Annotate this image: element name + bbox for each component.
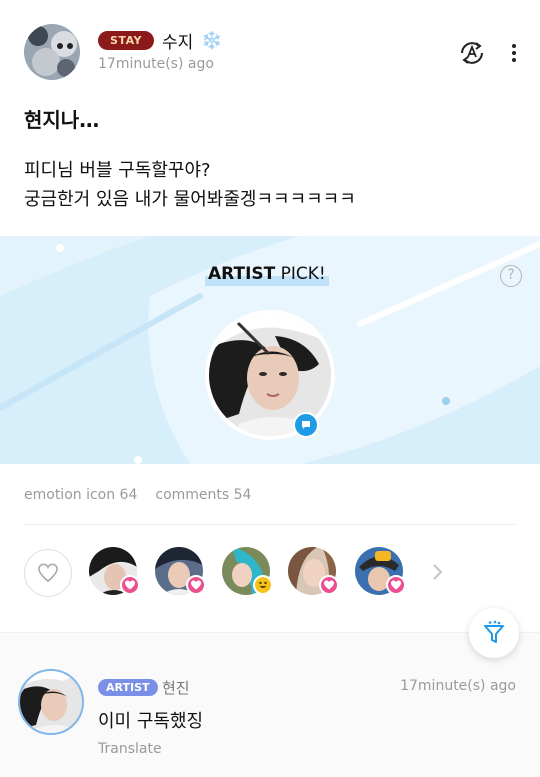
reaction-row xyxy=(0,545,540,601)
commenter-avatar[interactable] xyxy=(18,669,84,735)
author-name[interactable]: 수지 xyxy=(162,28,193,53)
author-name-row: STAY 수지 ❄️ xyxy=(98,28,222,53)
post-stats: emotion icon 64 comments 54 xyxy=(24,487,251,503)
post-body: 피디님 버블 구독할꾸야? 궁금한거 있음 내가 물어봐줄겡ㅋㅋㅋㅋㅋㅋ xyxy=(24,156,356,214)
chevron-right-icon[interactable] xyxy=(428,561,446,583)
more-options-button[interactable] xyxy=(505,38,523,68)
comment-count[interactable]: comments 54 xyxy=(155,487,251,503)
filter-icon xyxy=(484,620,504,643)
heart-icon xyxy=(386,575,406,595)
reactor-avatar[interactable] xyxy=(222,547,273,595)
reactor-avatar[interactable] xyxy=(89,547,140,595)
artist-pick-label: ARTIST PICK! xyxy=(205,264,329,286)
heart-icon xyxy=(319,575,339,595)
post-body-line: 피디님 버블 구독할꾸야? xyxy=(24,160,211,181)
auto-translate-button[interactable] xyxy=(457,38,487,68)
more-dot-icon xyxy=(512,51,516,55)
post-title: 현지나… xyxy=(24,108,100,132)
reactor-avatar[interactable] xyxy=(155,547,206,595)
reactor-avatar[interactable] xyxy=(355,547,406,595)
reactor-avatar[interactable] xyxy=(288,547,339,595)
artist-pick-banner[interactable]: ARTIST PICK! ? xyxy=(0,236,540,464)
more-dot-icon xyxy=(512,44,516,48)
artist-pick-bold: ARTIST xyxy=(208,264,276,284)
stay-badge: STAY xyxy=(98,31,154,50)
like-button[interactable] xyxy=(24,549,72,597)
post-header: STAY 수지 ❄️ 17minute(s) ago xyxy=(0,0,540,90)
post-time: 17minute(s) ago xyxy=(98,56,214,72)
comment-section: ARTIST 현진 17minute(s) ago 이미 구독했징 Transl… xyxy=(0,632,540,777)
smile-icon xyxy=(253,575,273,595)
artist-pick-rest: PICK! xyxy=(275,264,326,284)
snowflake-icon: ❄️ xyxy=(201,30,223,51)
more-dot-icon xyxy=(512,58,516,62)
heart-icon xyxy=(120,575,140,595)
heart-outline-icon xyxy=(38,563,58,583)
author-avatar[interactable] xyxy=(24,24,80,80)
help-icon[interactable]: ? xyxy=(500,265,522,287)
heart-icon xyxy=(186,575,206,595)
translate-icon xyxy=(461,42,483,64)
translate-link[interactable]: Translate xyxy=(98,741,162,757)
comment-text: 이미 구독했징 xyxy=(98,711,204,732)
artist-badge: ARTIST xyxy=(98,679,158,696)
filter-button[interactable] xyxy=(469,608,519,658)
commenter-name[interactable]: 현진 xyxy=(162,677,190,698)
emotion-count[interactable]: emotion icon 64 xyxy=(24,487,137,503)
chat-bubble-icon xyxy=(293,412,319,438)
divider xyxy=(24,524,516,525)
comment-time: 17minute(s) ago xyxy=(400,678,516,694)
post-body-line: 궁금한거 있음 내가 물어봐줄겡ㅋㅋㅋㅋㅋㅋ xyxy=(24,189,356,210)
